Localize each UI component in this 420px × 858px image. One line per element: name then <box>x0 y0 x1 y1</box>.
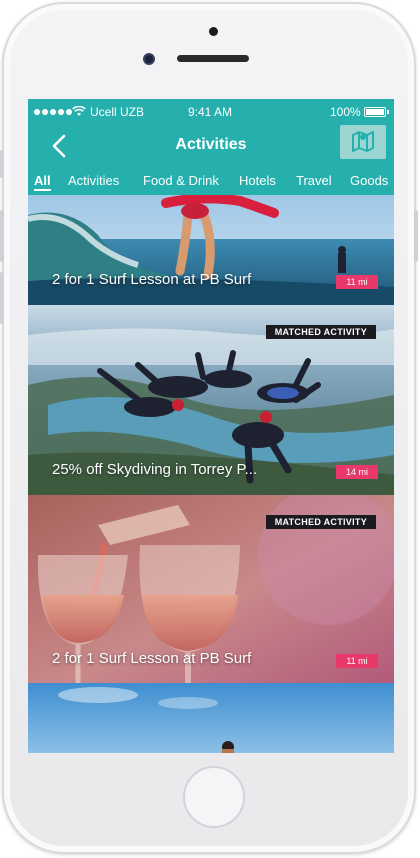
card-image-partial <box>28 683 394 753</box>
tab-food-drink[interactable]: Food & Drink <box>143 173 219 188</box>
matched-activity-badge: MATCHED ACTIVITY <box>265 515 376 529</box>
wifi-icon <box>72 105 86 120</box>
nav-bar: Activities <box>28 125 394 167</box>
card-title: 2 for 1 Surf Lesson at PB Surf <box>52 650 252 667</box>
sensor-dot <box>209 27 218 36</box>
distance-badge: 11 mi <box>336 275 378 289</box>
tab-travel[interactable]: Travel <box>296 173 332 188</box>
tab-all[interactable]: All <box>34 173 51 191</box>
screen: Ucell UZB 9:41 AM 100% Activities All Ac… <box>28 99 394 753</box>
activity-card-wine[interactable]: MATCHED ACTIVITY 2 for 1 Surf Lesson at … <box>28 495 394 683</box>
battery-tip <box>387 110 389 114</box>
home-button[interactable] <box>183 766 245 828</box>
matched-activity-badge: MATCHED ACTIVITY <box>265 325 376 339</box>
distance-badge: 11 mi <box>336 654 378 668</box>
power-button <box>414 210 418 262</box>
distance-badge: 14 mi <box>336 465 378 479</box>
tab-hotels[interactable]: Hotels <box>239 173 276 188</box>
volume-down-button <box>0 272 4 324</box>
battery-percentage: 100% <box>330 105 361 119</box>
mute-switch <box>0 150 4 178</box>
battery-icon <box>364 107 386 117</box>
card-title: 25% off Skydiving in Torrey P... <box>52 461 258 478</box>
status-bar: Ucell UZB 9:41 AM 100% <box>28 99 394 125</box>
earpiece-speaker <box>177 55 249 62</box>
signal-icon <box>34 109 72 115</box>
map-icon <box>350 128 376 157</box>
activity-card-surf[interactable]: 2 for 1 Surf Lesson at PB Surf 11 mi <box>28 195 394 305</box>
tab-goods[interactable]: Goods <box>350 173 388 188</box>
tab-activities[interactable]: Activities <box>68 173 119 188</box>
card-title: 2 for 1 Surf Lesson at PB Surf <box>52 271 252 288</box>
status-time: 9:41 AM <box>188 105 233 119</box>
map-button[interactable] <box>340 125 386 159</box>
carrier-name: Ucell UZB <box>90 105 145 119</box>
category-tabs: All Activities Food & Drink Hotels Trave… <box>28 167 394 195</box>
activity-card-partial[interactable] <box>28 683 394 753</box>
front-camera <box>143 53 155 65</box>
volume-up-button <box>0 210 4 262</box>
activity-card-skydiving[interactable]: MATCHED ACTIVITY 25% off Skydiving in To… <box>28 305 394 495</box>
